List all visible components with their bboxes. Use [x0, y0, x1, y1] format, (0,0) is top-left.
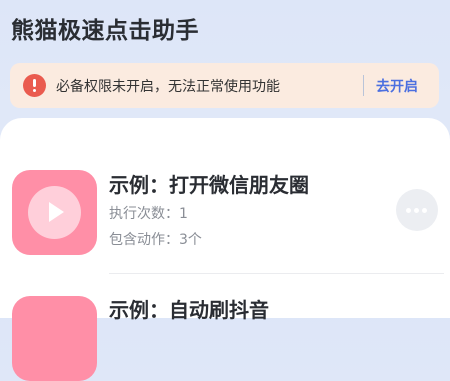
alert-icon	[23, 74, 46, 97]
task-title[interactable]: 示例：打开微信朋友圈	[109, 169, 309, 198]
enable-permission-button[interactable]: 去开启	[376, 76, 418, 96]
task-run-count: 执行次数：1	[109, 206, 188, 222]
more-options-button[interactable]	[396, 189, 438, 231]
permission-warning-bar: 必备权限未开启，无法正常使用功能 去开启	[10, 63, 439, 108]
more-dot-icon	[406, 208, 411, 213]
play-icon	[28, 186, 81, 239]
task-list-card: 示例：打开微信朋友圈 执行次数：1 包含动作：3个 示例：自动刷抖音	[0, 118, 450, 381]
task-icon[interactable]	[12, 170, 97, 255]
row-divider	[109, 273, 444, 274]
permission-warning-text: 必备权限未开启，无法正常使用功能	[56, 79, 280, 95]
more-dot-icon	[414, 208, 419, 213]
more-dot-icon	[422, 208, 427, 213]
task-title[interactable]: 示例：自动刷抖音	[109, 294, 269, 323]
task-icon[interactable]	[12, 296, 97, 381]
app-title: 熊猫极速点击助手	[11, 18, 199, 44]
task-action-count: 包含动作：3个	[109, 232, 202, 248]
warning-divider	[363, 75, 364, 96]
